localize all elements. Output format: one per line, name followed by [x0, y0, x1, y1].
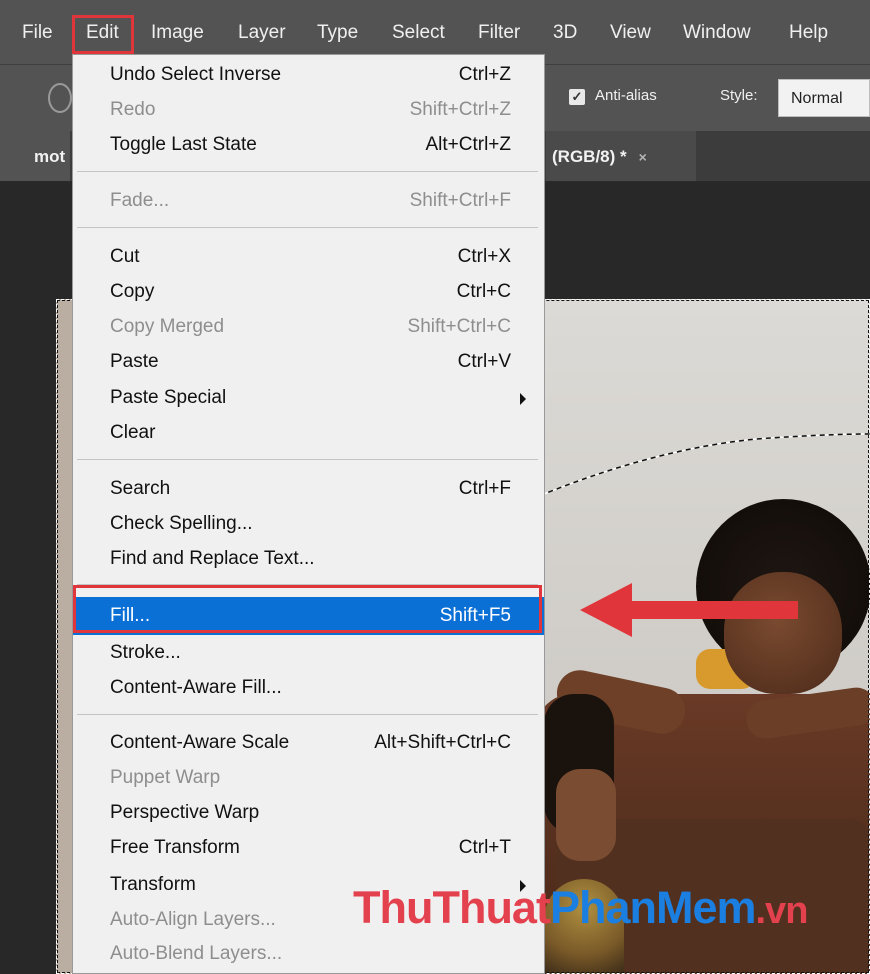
watermark: ThuThuatPhanMem.vn: [353, 882, 809, 934]
menu-window[interactable]: Window: [683, 0, 751, 64]
menu-help[interactable]: Help: [789, 0, 828, 64]
edit-menu-annotation-box: [72, 15, 134, 54]
menu-separator: [77, 227, 538, 228]
menu-item-redo[interactable]: Redo Shift+Ctrl+Z: [73, 92, 544, 127]
menu-separator: [77, 714, 538, 715]
menu-item-find-replace-text[interactable]: Find and Replace Text...: [73, 541, 544, 576]
menu-item-auto-blend-layers[interactable]: Auto-Blend Layers...: [73, 936, 544, 971]
menu-item-check-spelling[interactable]: Check Spelling...: [73, 506, 544, 541]
menu-item-clear[interactable]: Clear: [73, 415, 544, 450]
menu-item-content-aware-fill[interactable]: Content-Aware Fill...: [73, 670, 544, 705]
style-label: Style:: [720, 87, 758, 104]
menu-item-copy-merged[interactable]: Copy Merged Shift+Ctrl+C: [73, 309, 544, 344]
watermark-part: PhanMem: [549, 882, 757, 933]
watermark-part: .vn: [755, 890, 809, 932]
menu-3d[interactable]: 3D: [553, 0, 577, 64]
menu-item-undo[interactable]: Undo Select Inverse Ctrl+Z: [73, 57, 544, 92]
menu-item-stroke[interactable]: Stroke...: [73, 635, 544, 670]
menu-item-puppet-warp[interactable]: Puppet Warp: [73, 760, 544, 795]
menu-item-fade[interactable]: Fade... Shift+Ctrl+F: [73, 183, 544, 218]
menu-item-content-aware-scale[interactable]: Content-Aware Scale Alt+Shift+Ctrl+C: [73, 725, 544, 760]
document-tab-active[interactable]: (RGB/8) * ×: [546, 131, 696, 181]
menu-item-search[interactable]: Search Ctrl+F: [73, 471, 544, 506]
menu-view[interactable]: View: [610, 0, 651, 64]
antialias-checkbox[interactable]: ✓: [569, 89, 585, 105]
menu-item-cut[interactable]: Cut Ctrl+X: [73, 239, 544, 274]
watermark-part: ThuThuat: [353, 882, 551, 933]
elliptical-marquee-icon[interactable]: [48, 83, 72, 113]
red-arrow-icon: [580, 583, 798, 637]
antialias-label: Anti-alias: [595, 87, 657, 104]
menu-item-perspective-warp[interactable]: Perspective Warp: [73, 795, 544, 830]
menu-item-copy[interactable]: Copy Ctrl+C: [73, 274, 544, 309]
menu-item-toggle-last-state[interactable]: Toggle Last State Alt+Ctrl+Z: [73, 127, 544, 162]
fill-annotation-box: [73, 585, 542, 633]
style-select[interactable]: Normal: [778, 79, 870, 117]
menu-file[interactable]: File: [22, 0, 53, 64]
edit-menu-dropdown: Undo Select Inverse Ctrl+Z Redo Shift+Ctrl…: [72, 54, 545, 974]
menu-separator: [77, 459, 538, 460]
close-tab-icon[interactable]: ×: [639, 149, 647, 165]
menu-item-paste-special[interactable]: Paste Special: [73, 380, 544, 415]
submenu-arrow-icon: [520, 393, 526, 405]
menu-item-free-transform[interactable]: Free Transform Ctrl+T: [73, 830, 544, 865]
document-tab-inactive[interactable]: mot: [0, 131, 70, 181]
menu-separator: [77, 171, 538, 172]
menu-item-paste[interactable]: Paste Ctrl+V: [73, 344, 544, 379]
document-tab-title: (RGB/8) *: [552, 147, 627, 166]
